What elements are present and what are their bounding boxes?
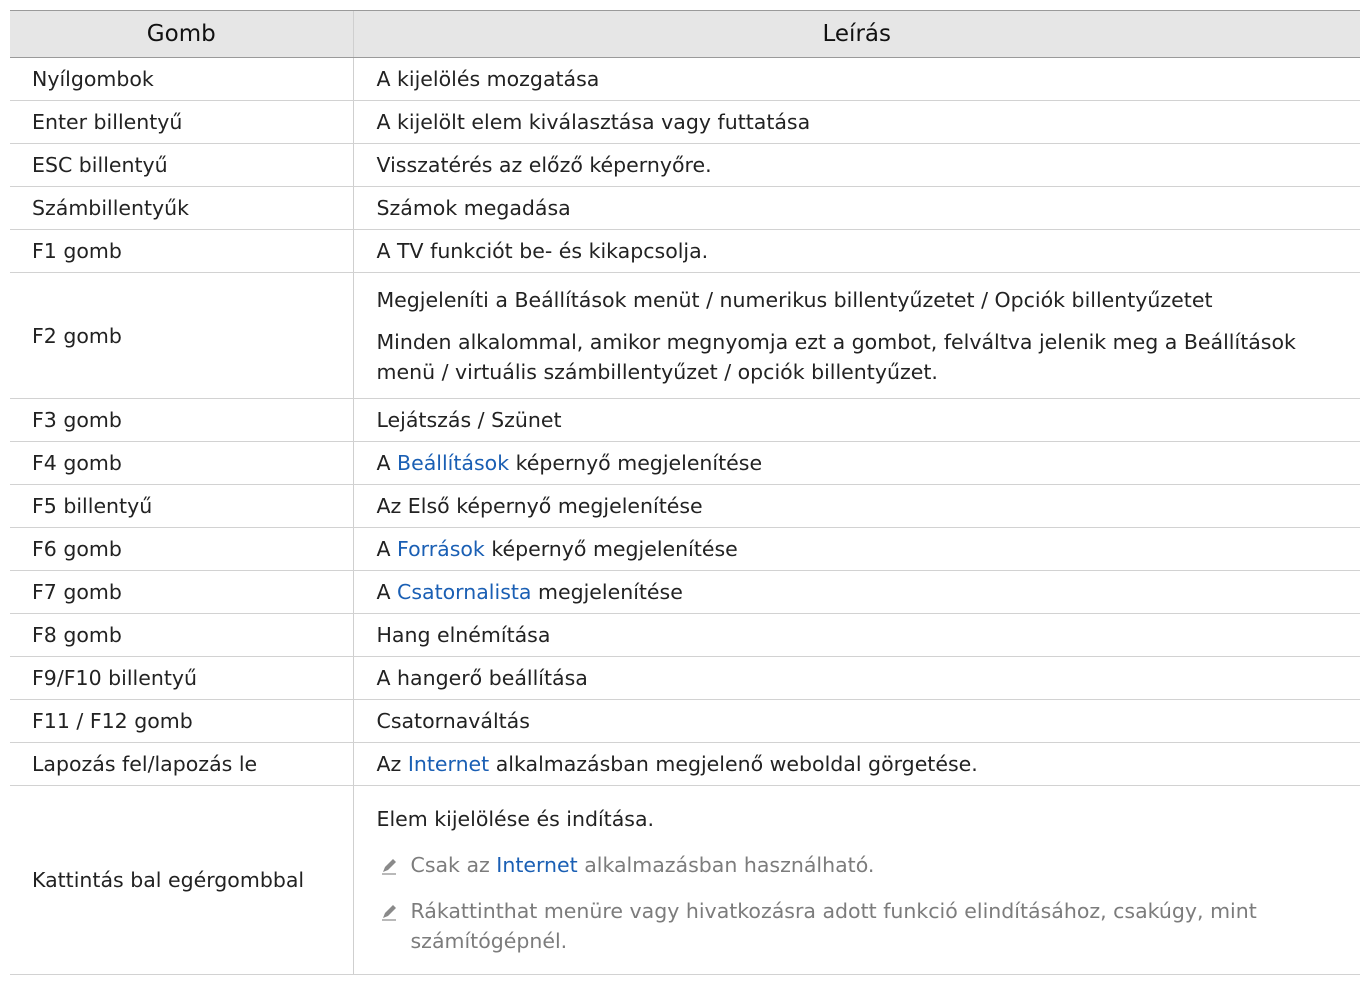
- description-line: Minden alkalommal, amikor megnyomja ezt …: [376, 329, 1296, 384]
- note: Rákattinthat menüre vagy hivatkozásra ad…: [377, 896, 1343, 956]
- description-text: Az: [376, 752, 408, 776]
- key-cell: F8 gomb: [10, 613, 353, 657]
- key-cell: F2 gomb: [10, 272, 353, 399]
- sources-link[interactable]: Források: [397, 537, 485, 561]
- shortcut-table: Gomb Leírás Nyílgombok A kijelölés mozga…: [10, 10, 1360, 975]
- key-cell: Nyílgombok: [10, 57, 353, 101]
- key-cell: ESC billentyű: [10, 143, 353, 187]
- pencil-note-icon: [377, 896, 411, 956]
- key-cell: Számbillentyűk: [10, 186, 353, 230]
- description-cell: A Beállítások képernyő megjelenítése: [352, 441, 1360, 485]
- table-row: ESC billentyű Visszatérés az előző képer…: [10, 143, 1360, 187]
- key-cell: Lapozás fel/lapozás le: [10, 742, 353, 786]
- description-cell: A Források képernyő megjelenítése: [352, 527, 1360, 571]
- description-text: A: [376, 451, 398, 475]
- description-line: Elem kijelölése és indítása.: [376, 807, 655, 831]
- description-cell: Visszatérés az előző képernyőre.: [352, 143, 1360, 187]
- description-cell: Az Első képernyő megjelenítése: [352, 484, 1360, 528]
- header-leiras: Leírás: [352, 10, 1360, 58]
- description-cell: Számok megadása: [352, 186, 1360, 230]
- description-text: képernyő megjelenítése: [484, 537, 738, 561]
- settings-link[interactable]: Beállítások: [397, 451, 509, 475]
- description-text: megjelenítése: [531, 580, 683, 604]
- description-cell: Az Internet alkalmazásban megjelenő webo…: [352, 742, 1360, 786]
- key-cell: F11 / F12 gomb: [10, 699, 353, 743]
- table-row: F6 gomb A Források képernyő megjelenítés…: [10, 527, 1360, 571]
- key-cell: F3 gomb: [10, 398, 353, 442]
- table-row: Lapozás fel/lapozás le Az Internet alkal…: [10, 742, 1360, 786]
- description-text: képernyő megjelenítése: [509, 451, 763, 475]
- description-cell: Hang elnémítása: [352, 613, 1360, 657]
- key-cell: F7 gomb: [10, 570, 353, 614]
- description-text: A: [376, 580, 398, 604]
- description-cell: Lejátszás / Szünet: [352, 398, 1360, 442]
- description-cell: A TV funkciót be- és kikapcsolja.: [352, 229, 1360, 273]
- note: Csak az Internet alkalmazásban használha…: [377, 850, 1343, 880]
- channel-list-link[interactable]: Csatornalista: [397, 580, 531, 604]
- key-cell: F5 billentyű: [10, 484, 353, 528]
- key-cell: Kattintás bal egérgombbal: [10, 785, 353, 975]
- table-header-row: Gomb Leírás: [10, 10, 1360, 58]
- description-text: A: [376, 537, 398, 561]
- description-line: Megjeleníti a Beállítások menüt / numeri…: [376, 287, 1213, 312]
- note-text: alkalmazásban használható.: [577, 853, 875, 877]
- description-cell: Csatornaváltás: [352, 699, 1360, 743]
- table-row: Számbillentyűk Számok megadása: [10, 186, 1360, 230]
- description-cell: Megjeleníti a Beállítások menüt / numeri…: [352, 272, 1360, 399]
- key-cell: F6 gomb: [10, 527, 353, 571]
- table-row: Kattintás bal egérgombbal Elem kijelölés…: [10, 785, 1360, 975]
- table-row: F2 gomb Megjeleníti a Beállítások menüt …: [10, 272, 1360, 399]
- internet-link[interactable]: Internet: [496, 853, 577, 877]
- header-gomb: Gomb: [10, 10, 353, 58]
- table-row: F11 / F12 gomb Csatornaváltás: [10, 699, 1360, 743]
- key-cell: F4 gomb: [10, 441, 353, 485]
- description-cell: A kijelölés mozgatása: [352, 57, 1360, 101]
- table-row: F9/F10 billentyű A hangerő beállítása: [10, 656, 1360, 700]
- table-row: F3 gomb Lejátszás / Szünet: [10, 398, 1360, 442]
- table-row: F5 billentyű Az Első képernyő megjelenít…: [10, 484, 1360, 528]
- table-row: F8 gomb Hang elnémítása: [10, 613, 1360, 657]
- table-row: Enter billentyű A kijelölt elem kiválasz…: [10, 100, 1360, 144]
- note-text: Csak az: [410, 853, 497, 877]
- table-row: F7 gomb A Csatornalista megjelenítése: [10, 570, 1360, 614]
- note-text: Rákattinthat menüre vagy hivatkozásra ad…: [410, 899, 1257, 953]
- description-cell: A Csatornalista megjelenítése: [352, 570, 1360, 614]
- internet-link[interactable]: Internet: [408, 752, 489, 776]
- key-cell: F9/F10 billentyű: [10, 656, 353, 700]
- pencil-note-icon: [377, 850, 411, 880]
- description-cell: A hangerő beállítása: [352, 656, 1360, 700]
- table-row: F1 gomb A TV funkciót be- és kikapcsolja…: [10, 229, 1360, 273]
- key-cell: Enter billentyű: [10, 100, 353, 144]
- table-row: Nyílgombok A kijelölés mozgatása: [10, 57, 1360, 101]
- key-cell: F1 gomb: [10, 229, 353, 273]
- description-cell: Elem kijelölése és indítása. Csak az Int…: [352, 785, 1360, 975]
- table-row: F4 gomb A Beállítások képernyő megjelení…: [10, 441, 1360, 485]
- description-text: alkalmazásban megjelenő weboldal görgeté…: [489, 752, 978, 776]
- description-cell: A kijelölt elem kiválasztása vagy futtat…: [352, 100, 1360, 144]
